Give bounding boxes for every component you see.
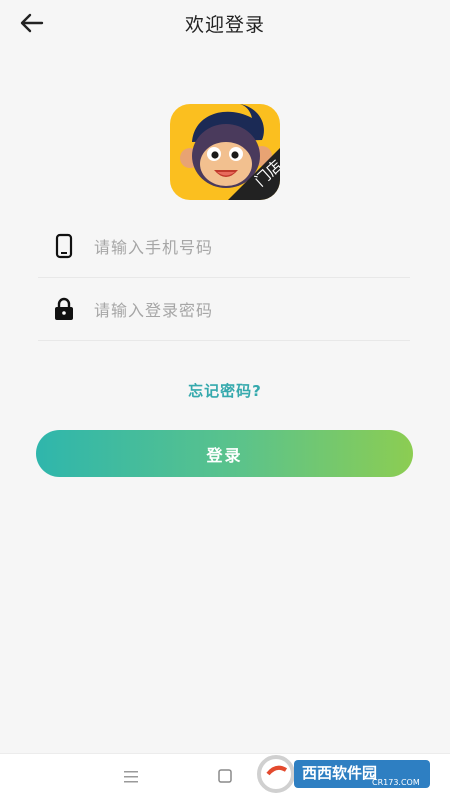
password-input[interactable]: [92, 292, 396, 328]
forgot-password-link[interactable]: 忘记密码?: [0, 380, 450, 401]
app-logo: 门店: [170, 104, 280, 200]
watermark-logo: 西西软件园 CR173.COM: [254, 752, 432, 796]
watermark-site-text: CR173.COM: [372, 778, 420, 787]
watermark-brand-text: 西西软件园: [302, 764, 377, 782]
password-field-row: [38, 278, 410, 341]
square-home-icon[interactable]: [218, 769, 232, 783]
menu-icon[interactable]: [123, 770, 139, 784]
login-button[interactable]: 登录: [36, 430, 413, 477]
lock-icon: [55, 297, 73, 320]
phone-input[interactable]: [92, 229, 396, 265]
page-title: 欢迎登录: [184, 14, 265, 36]
header-bar: 欢迎登录: [0, 0, 450, 46]
mobile-phone-icon: [55, 233, 73, 259]
phone-field-row: [38, 215, 410, 278]
